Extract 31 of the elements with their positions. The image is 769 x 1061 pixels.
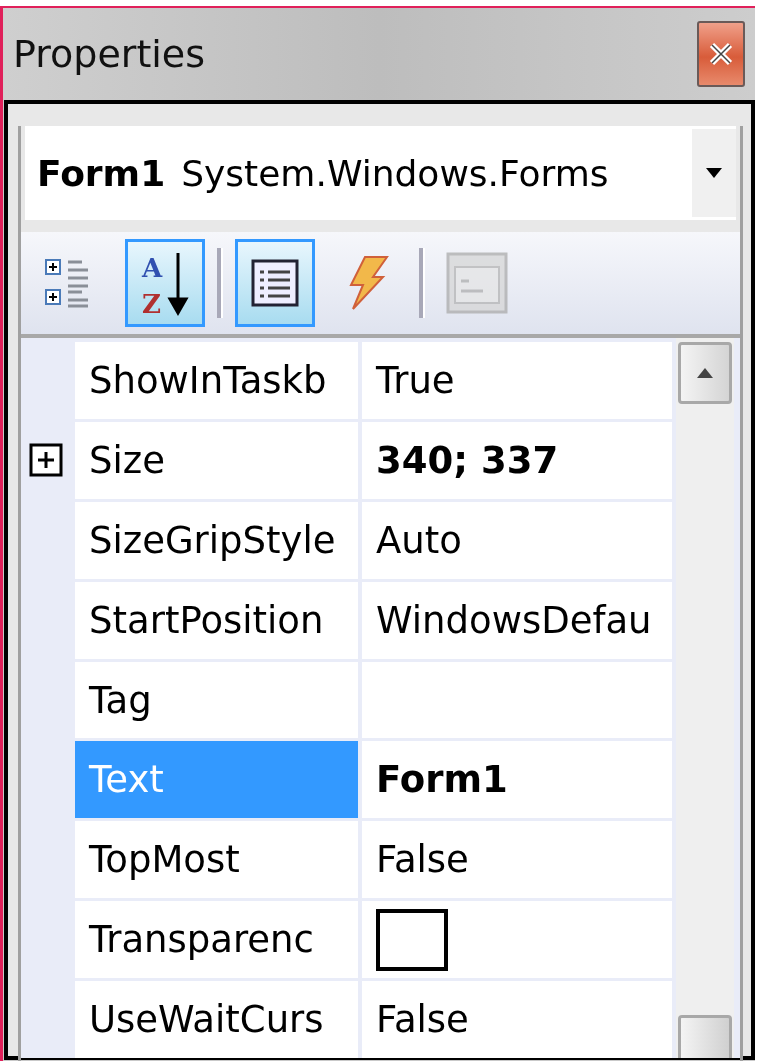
object-selector[interactable]: Form1 System.Windows.Forms xyxy=(25,126,736,220)
property-value[interactable]: False xyxy=(362,821,672,899)
close-icon xyxy=(707,40,735,68)
dropdown-arrow-icon xyxy=(704,167,724,179)
property-name[interactable]: Size xyxy=(75,421,358,499)
scroll-up-button[interactable] xyxy=(678,342,732,404)
property-value[interactable]: 340; 337 xyxy=(362,421,672,499)
properties-button[interactable] xyxy=(235,239,315,327)
up-arrow-icon xyxy=(695,367,715,379)
scroll-thumb[interactable] xyxy=(678,1015,732,1058)
property-name[interactable]: StartPosition xyxy=(75,581,358,659)
window-title: Properties xyxy=(13,32,206,76)
property-name[interactable]: ShowInTaskb xyxy=(75,342,358,419)
property-value[interactable]: Auto xyxy=(362,501,672,579)
property-value[interactable]: Form1 xyxy=(362,741,672,819)
property-name[interactable]: UseWaitCurs xyxy=(75,981,358,1058)
property-value[interactable]: WindowsDefau xyxy=(362,581,672,659)
property-value[interactable]: False xyxy=(362,981,672,1058)
property-pages-icon xyxy=(445,251,509,315)
alphabetical-button[interactable]: A Z xyxy=(125,239,205,327)
close-button[interactable] xyxy=(697,21,745,87)
object-type: System.Windows.Forms xyxy=(181,152,609,194)
object-name: Form1 xyxy=(37,152,166,194)
scrollbar[interactable] xyxy=(676,338,734,1058)
property-name[interactable]: SizeGripStyle xyxy=(75,501,358,579)
property-name[interactable]: Transparenc xyxy=(75,901,358,979)
property-value[interactable]: True xyxy=(362,342,672,419)
property-list-icon xyxy=(250,258,300,308)
property-name[interactable]: TopMost xyxy=(75,821,358,899)
expand-icon[interactable] xyxy=(29,443,63,478)
property-name[interactable]: Tag xyxy=(75,661,358,739)
